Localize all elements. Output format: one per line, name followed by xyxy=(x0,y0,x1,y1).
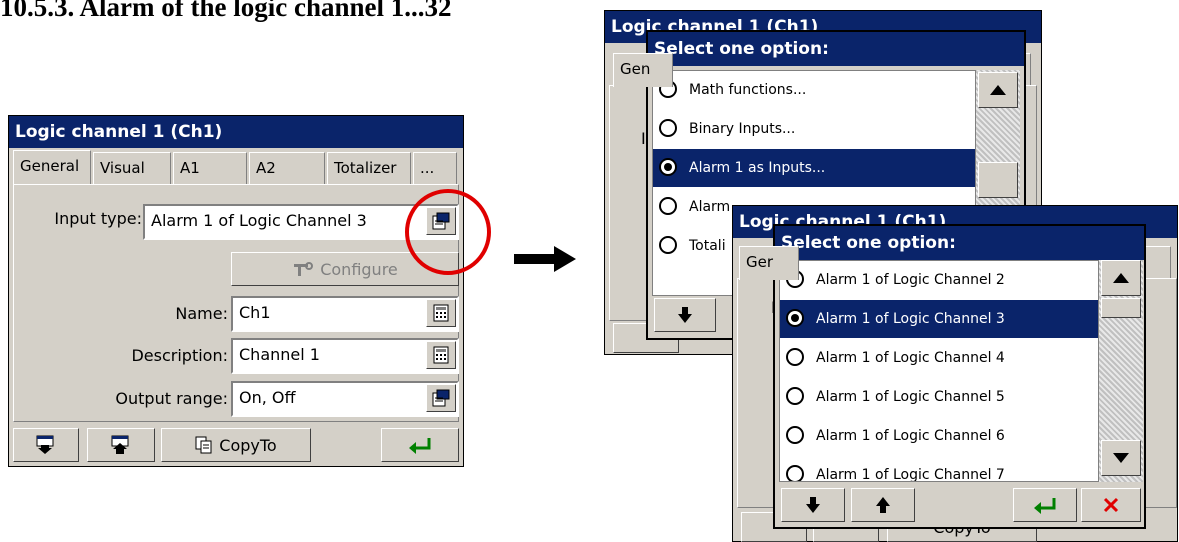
dialog1-scroll-up-button[interactable] xyxy=(978,72,1018,108)
name-keyboard-button[interactable] xyxy=(426,299,456,327)
dialog1-option-selected[interactable]: Alarm 1 as Inputs... xyxy=(653,149,975,187)
window-up-icon xyxy=(111,435,129,454)
output-range-field[interactable]: On, Off xyxy=(231,381,459,417)
wrench-icon xyxy=(294,262,314,276)
front-tab-more[interactable] xyxy=(1145,246,1171,278)
dialog2-option[interactable]: Alarm 1 of Logic Channel 5 xyxy=(780,378,1098,416)
dialog2-cancel-button[interactable] xyxy=(1081,488,1141,522)
option-label: Alarm 1 of Logic Channel 3 xyxy=(816,311,1005,327)
dialog2-title: Select one option: xyxy=(775,226,1144,260)
section-heading: 10.5.3. Alarm of the logic channel 1...3… xyxy=(0,0,452,22)
option-label: Alarm 1 of Logic Channel 4 xyxy=(816,350,1005,366)
back-input-letter: I xyxy=(641,129,646,148)
radio-icon xyxy=(786,387,804,405)
window-down-icon xyxy=(36,435,54,454)
dialog1-down-button[interactable] xyxy=(654,298,716,332)
arrow-right-icon xyxy=(514,246,576,272)
enter-arrow-icon xyxy=(409,438,431,454)
option-label: Alarm 1 of Logic Channel 6 xyxy=(816,428,1005,444)
dialog2-up-button[interactable] xyxy=(851,488,915,522)
configure-label: Configure xyxy=(320,259,398,279)
scroll-up-icon xyxy=(1113,273,1129,283)
tab-totalizer[interactable]: Totalizer xyxy=(327,152,411,184)
radio-icon xyxy=(786,426,804,444)
dialog2-option[interactable]: Alarm 1 of Logic Channel 7 xyxy=(780,456,1098,482)
output-range-label: Output range: xyxy=(115,389,228,408)
dialog2-option[interactable]: Alarm 1 of Logic Channel 6 xyxy=(780,417,1098,455)
dialog2-scroll-thumb[interactable] xyxy=(1101,298,1141,318)
dialog2-option-selected[interactable]: Alarm 1 of Logic Channel 3 xyxy=(780,300,1098,338)
dialog1-option[interactable]: Binary Inputs... xyxy=(653,110,975,148)
option-label: Totali xyxy=(689,238,726,254)
name-label: Name: xyxy=(175,304,228,323)
arrow-up-icon xyxy=(876,497,890,513)
input-type-label: Input type: xyxy=(54,209,142,228)
dialog2-down-button[interactable] xyxy=(781,488,845,522)
enter-arrow-icon xyxy=(1034,498,1056,514)
output-range-value: On, Off xyxy=(239,388,296,407)
front-tab-general[interactable]: Ger xyxy=(739,246,799,280)
description-keyboard-button[interactable] xyxy=(426,341,456,369)
option-label: Alarm xyxy=(689,199,731,215)
window-title: Logic channel 1 (Ch1) xyxy=(9,116,463,148)
radio-icon xyxy=(659,197,677,215)
scroll-up-icon xyxy=(990,85,1006,95)
option-label: Math functions... xyxy=(689,82,807,98)
logic-channel-window: Logic channel 1 (Ch1) General Visual A1 … xyxy=(8,115,464,467)
option-label: Binary Inputs... xyxy=(689,121,796,137)
name-field[interactable]: Ch1 xyxy=(231,296,459,332)
scroll-down-icon xyxy=(1113,453,1129,463)
dialog1-title: Select one option: xyxy=(648,32,1024,66)
name-value: Ch1 xyxy=(239,303,271,322)
highlight-circle xyxy=(405,189,491,275)
tab-a1[interactable]: A1 xyxy=(173,152,247,184)
radio-icon xyxy=(786,465,804,481)
radio-checked-icon xyxy=(786,309,804,327)
radio-icon xyxy=(786,348,804,366)
dialog2-option[interactable]: Alarm 1 of Logic Channel 2 xyxy=(780,261,1098,299)
arrow-down-icon xyxy=(678,307,692,323)
copyto-button[interactable]: CopyTo xyxy=(161,428,311,462)
radio-icon xyxy=(659,119,677,137)
dialog2-scroll-down-button[interactable] xyxy=(1101,440,1141,476)
input-type-value: Alarm 1 of Logic Channel 3 xyxy=(151,211,367,230)
tab-more[interactable]: ... xyxy=(413,152,457,184)
dialog1-option[interactable]: Math functions... xyxy=(653,71,975,109)
radio-checked-icon xyxy=(659,158,677,176)
copyto-label: CopyTo xyxy=(219,435,277,455)
calculator-icon xyxy=(433,304,449,322)
tab-a2[interactable]: A2 xyxy=(249,152,325,184)
tab-visual[interactable]: Visual xyxy=(93,152,171,184)
select-option-dialog-2: Select one option: Alarm 1 of Logic Chan… xyxy=(773,224,1146,529)
dialog2-ok-button[interactable] xyxy=(1013,488,1077,522)
option-label: Alarm 1 of Logic Channel 2 xyxy=(816,272,1005,288)
option-label: Alarm 1 of Logic Channel 7 xyxy=(816,467,1005,482)
description-value: Channel 1 xyxy=(239,345,320,364)
description-label: Description: xyxy=(131,346,228,365)
arrow-down-icon xyxy=(806,497,820,513)
next-channel-button[interactable] xyxy=(87,428,155,462)
properties-icon xyxy=(432,389,450,407)
enter-button[interactable] xyxy=(381,428,459,462)
radio-icon xyxy=(659,236,677,254)
tab-general[interactable]: General xyxy=(13,150,91,184)
option-label: Alarm 1 as Inputs... xyxy=(689,160,826,176)
description-field[interactable]: Channel 1 xyxy=(231,338,459,374)
copy-icon xyxy=(195,436,212,454)
dialog2-option-list: Alarm 1 of Logic Channel 2 Alarm 1 of Lo… xyxy=(779,260,1099,482)
output-range-properties-button[interactable] xyxy=(426,384,456,412)
dialog2-scroll-up-button[interactable] xyxy=(1101,260,1141,296)
option-label: Alarm 1 of Logic Channel 5 xyxy=(816,389,1005,405)
back-tab-general[interactable]: Gen xyxy=(613,53,673,87)
dialog2-option[interactable]: Alarm 1 of Logic Channel 4 xyxy=(780,339,1098,377)
calculator-icon xyxy=(433,346,449,364)
dialog1-scroll-thumb[interactable] xyxy=(978,162,1018,198)
prev-channel-button[interactable] xyxy=(13,428,79,462)
cancel-icon xyxy=(1103,497,1119,513)
